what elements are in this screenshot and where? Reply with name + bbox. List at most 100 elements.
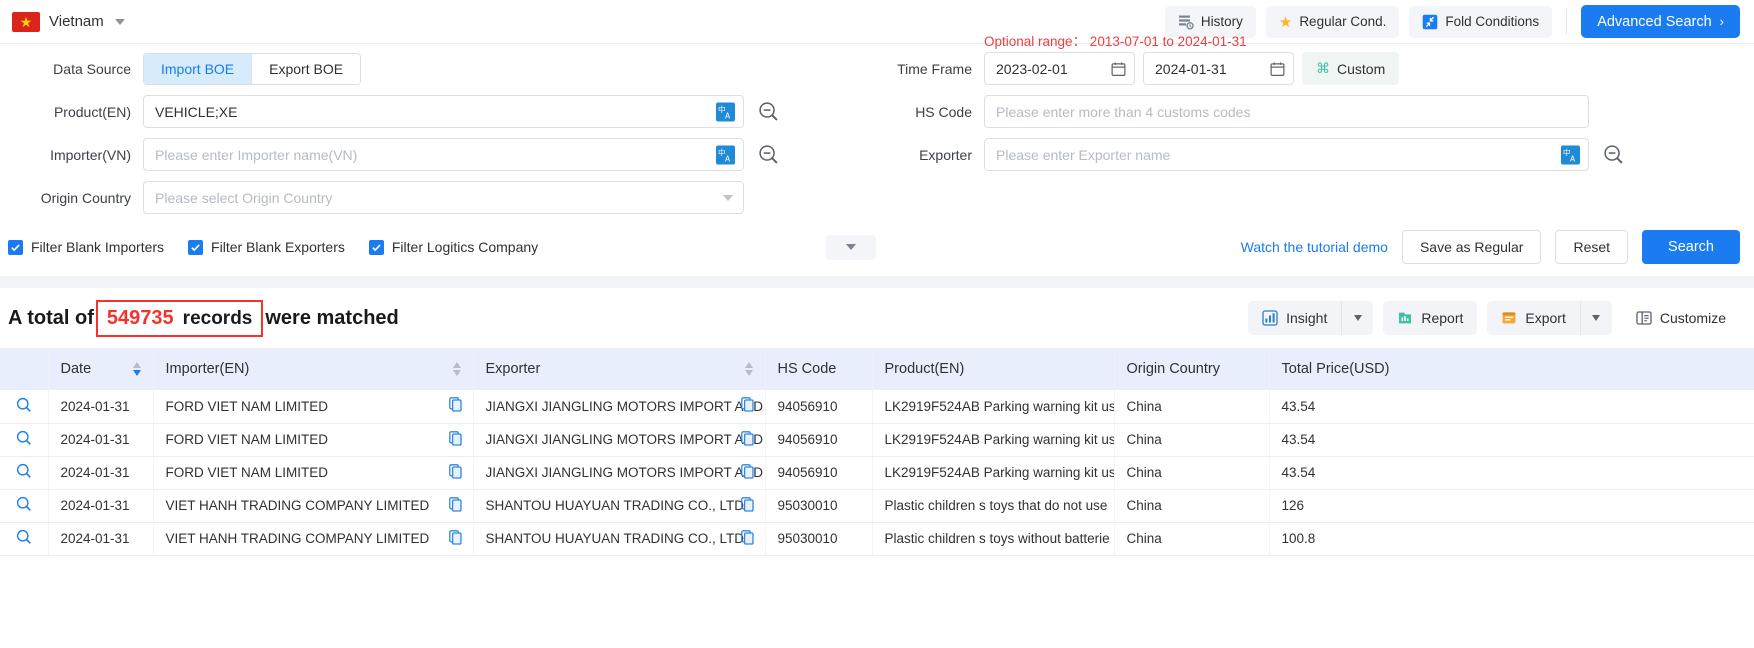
fold-icon <box>1422 14 1438 30</box>
fuzzy-search-icon[interactable] <box>758 144 779 165</box>
checkbox-filter-blank-exporters[interactable]: Filter Blank Exporters <box>188 239 345 255</box>
view-detail-icon[interactable] <box>16 430 32 446</box>
reset-button[interactable]: Reset <box>1555 230 1628 264</box>
table-body: 2024-01-31FORD VIET NAM LIMITEDJIANGXI J… <box>0 390 1754 555</box>
chevron-right-icon: › <box>1720 14 1724 29</box>
row-detail-cell[interactable] <box>0 489 48 522</box>
cell-date: 2024-01-31 <box>48 522 153 555</box>
copy-icon[interactable] <box>741 530 755 548</box>
data-source-segmented[interactable]: Import BOE Export BOE <box>143 53 361 85</box>
copy-icon[interactable] <box>741 431 755 449</box>
cell-product: LK2919F524AB Parking warning kit us <box>872 423 1114 456</box>
th-exporter[interactable]: Exporter <box>473 348 765 390</box>
advanced-search-button[interactable]: Advanced Search › <box>1581 5 1740 38</box>
customize-button[interactable]: Customize <box>1622 301 1740 335</box>
view-detail-icon[interactable] <box>16 397 32 413</box>
hs-code-input[interactable]: Please enter more than 4 customs codes <box>984 95 1589 128</box>
cell-total-price: 43.54 <box>1269 423 1754 456</box>
checkbox-filter-logistics-company[interactable]: Filter Logitics Company <box>369 239 538 255</box>
fuzzy-search-icon[interactable] <box>1603 144 1624 165</box>
insight-dropdown-toggle[interactable] <box>1341 301 1373 335</box>
section-divider <box>0 276 1754 288</box>
search-button[interactable]: Search <box>1642 230 1740 264</box>
cell-total-price: 43.54 <box>1269 456 1754 489</box>
sort-exporter-icon[interactable] <box>745 362 753 376</box>
search-panel: Data Source Import BOE Export BOE Option… <box>0 44 1754 288</box>
th-importer[interactable]: Importer(EN) <box>153 348 473 390</box>
checkbox-filter-blank-importers[interactable]: Filter Blank Importers <box>8 239 164 255</box>
custom-range-button[interactable]: ⌘ Custom <box>1302 52 1399 85</box>
th-importer-label: Importer(EN) <box>166 361 250 377</box>
form-row-product: Product(EN) VEHICLE;XE 中A HS Code Please… <box>0 95 1754 128</box>
tab-import-boe[interactable]: Import BOE <box>144 54 251 84</box>
cell-product: LK2919F524AB Parking warning kit us <box>872 390 1114 423</box>
row-detail-cell[interactable] <box>0 456 48 489</box>
date-to-input[interactable]: 2024-01-31 <box>1143 52 1294 85</box>
copy-icon[interactable] <box>449 497 463 515</box>
row-detail-cell[interactable] <box>0 390 48 423</box>
chevron-down-icon <box>1354 315 1362 321</box>
report-label: Report <box>1421 310 1463 326</box>
cell-exporter: JIANGXI JIANGLING MOTORS IMPORT AND <box>473 456 765 489</box>
cell-date: 2024-01-31 <box>48 456 153 489</box>
cell-total-price: 43.54 <box>1269 390 1754 423</box>
sort-importer-icon[interactable] <box>453 362 461 376</box>
date-from-input[interactable]: 2023-02-01 <box>984 52 1135 85</box>
country-selector[interactable]: ★ Vietnam <box>12 12 125 32</box>
row-detail-cell[interactable] <box>0 423 48 456</box>
save-as-regular-button[interactable]: Save as Regular <box>1402 230 1542 264</box>
importer-input[interactable]: Please enter Importer name(VN) 中A <box>143 138 744 171</box>
th-hs-code: HS Code <box>765 348 872 390</box>
table-row[interactable]: 2024-01-31FORD VIET NAM LIMITEDJIANGXI J… <box>0 456 1754 489</box>
expand-filters-button[interactable] <box>826 235 876 260</box>
translate-icon[interactable]: 中A <box>716 145 735 164</box>
export-dropdown-toggle[interactable] <box>1580 301 1612 335</box>
insight-button[interactable]: Insight <box>1248 301 1341 335</box>
table-row[interactable]: 2024-01-31VIET HANH TRADING COMPANY LIMI… <box>0 522 1754 555</box>
custom-label: Custom <box>1337 61 1385 77</box>
checkbox-label: Filter Blank Exporters <box>211 239 345 255</box>
copy-icon[interactable] <box>449 530 463 548</box>
tab-export-boe[interactable]: Export BOE <box>251 54 360 84</box>
export-button[interactable]: Export <box>1487 301 1579 335</box>
product-input[interactable]: VEHICLE;XE 中A <box>143 95 744 128</box>
report-button[interactable]: Report <box>1383 301 1477 335</box>
exporter-input[interactable]: Please enter Exporter name 中A <box>984 138 1589 171</box>
table-row[interactable]: 2024-01-31FORD VIET NAM LIMITEDJIANGXI J… <box>0 423 1754 456</box>
regular-cond-button[interactable]: ★ Regular Cond. <box>1266 6 1400 38</box>
cell-exporter: JIANGXI JIANGLING MOTORS IMPORT AND <box>473 423 765 456</box>
copy-icon[interactable] <box>741 497 755 515</box>
translate-icon[interactable]: 中A <box>716 102 735 121</box>
chevron-down-icon <box>723 195 733 201</box>
th-date[interactable]: Date <box>48 348 153 390</box>
results-table: Date Importer(EN) Exporter HS Code Produ… <box>0 348 1754 556</box>
view-detail-icon[interactable] <box>16 496 32 512</box>
cell-date: 2024-01-31 <box>48 489 153 522</box>
table-row[interactable]: 2024-01-31VIET HANH TRADING COMPANY LIMI… <box>0 489 1754 522</box>
row-detail-cell[interactable] <box>0 522 48 555</box>
copy-icon[interactable] <box>449 431 463 449</box>
view-detail-icon[interactable] <box>16 463 32 479</box>
view-detail-icon[interactable] <box>16 529 32 545</box>
hs-code-placeholder: Please enter more than 4 customs codes <box>996 104 1250 120</box>
top-bar-actions: History ★ Regular Cond. Fold Conditions … <box>1165 5 1740 38</box>
cell-importer: VIET HANH TRADING COMPANY LIMITED <box>153 522 473 555</box>
calendar-icon <box>1270 61 1285 76</box>
copy-icon[interactable] <box>741 397 755 415</box>
cell-origin-country: China <box>1114 489 1269 522</box>
table-row[interactable]: 2024-01-31FORD VIET NAM LIMITEDJIANGXI J… <box>0 390 1754 423</box>
record-count: 549735 <box>107 307 174 330</box>
sort-date-icon[interactable] <box>133 362 141 376</box>
fuzzy-search-icon[interactable] <box>758 101 779 122</box>
copy-icon[interactable] <box>449 464 463 482</box>
copy-icon[interactable] <box>449 397 463 415</box>
cell-product: Plastic children s toys that do not use <box>872 489 1114 522</box>
filter-checkbox-group: Filter Blank Importers Filter Blank Expo… <box>8 239 538 255</box>
fold-conditions-button[interactable]: Fold Conditions <box>1409 6 1552 38</box>
time-frame-label: Time Frame <box>877 61 984 77</box>
copy-icon[interactable] <box>741 464 755 482</box>
results-bar: A total of 549735 records were matched I… <box>0 288 1754 348</box>
tutorial-demo-link[interactable]: Watch the tutorial demo <box>1241 239 1388 255</box>
translate-icon[interactable]: 中A <box>1561 145 1580 164</box>
origin-country-select[interactable]: Please select Origin Country <box>143 181 744 214</box>
